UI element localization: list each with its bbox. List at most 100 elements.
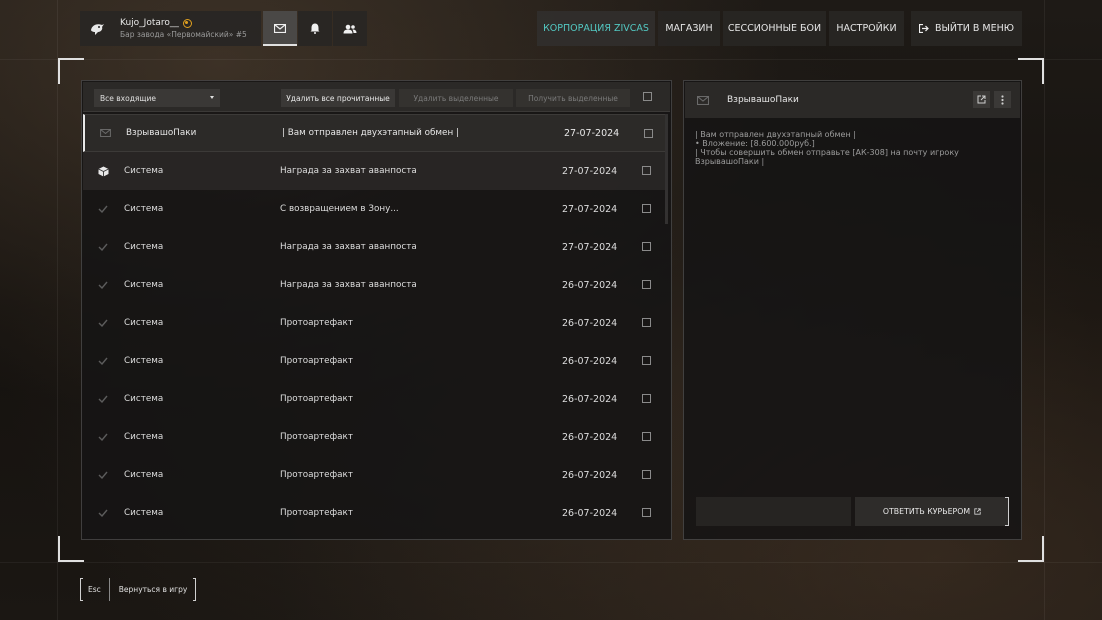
footer-bracket: [193, 578, 197, 601]
check-icon: [97, 393, 109, 405]
inbox-toolbar: Все входящие Удалить все прочитанные Уда…: [83, 82, 670, 112]
inbox-scrollbar[interactable]: [665, 114, 668, 224]
message-subject: Протоартефакт: [280, 470, 353, 480]
table-row[interactable]: Система Протоартефакт 26-07-2024: [83, 494, 665, 532]
message-date: 26-07-2024: [562, 469, 618, 481]
friends-icon: [343, 24, 357, 33]
table-row[interactable]: Система Награда за захват аванпоста 27-07-…: [83, 228, 665, 266]
mail-tab-button[interactable]: [263, 11, 297, 46]
table-row[interactable]: Система Протоартефакт 26-07-2024: [83, 304, 665, 342]
package-icon: [97, 165, 109, 177]
message-subject: Протоартефакт: [280, 394, 353, 404]
message-date: 26-07-2024: [562, 317, 618, 329]
nav-shop[interactable]: МАГАЗИН: [658, 11, 720, 46]
exit-menu-button[interactable]: ВЫЙТИ В МЕНЮ: [911, 11, 1022, 46]
bell-icon: [310, 23, 320, 34]
reader-sender: ВзрывашоПаки: [727, 95, 799, 105]
player-name: Kujo_Jotaro__: [120, 18, 179, 28]
message-sender: Система: [124, 166, 164, 176]
message-subject: Протоартефакт: [280, 508, 353, 518]
player-location: Бар завода «Первомайский» #5: [120, 30, 247, 39]
footer-bracket: [80, 578, 83, 601]
table-row[interactable]: Система С возвращением в Зону... 27-07-202…: [83, 190, 665, 228]
receive-selected-button[interactable]: Получить выделенные: [516, 89, 630, 107]
table-row[interactable]: ВзрывашоПаки | Вам отправлен двухэтапный …: [83, 114, 665, 152]
check-icon: [97, 279, 109, 291]
message-date: 26-07-2024: [562, 431, 618, 443]
check-icon: [97, 203, 109, 215]
reply-courier-label: ОТВЕТИТЬ КУРЬЕРОМ: [882, 507, 971, 516]
row-checkbox[interactable]: [642, 280, 651, 289]
table-row[interactable]: Система Протоартефакт 26-07-2024: [83, 456, 665, 494]
message-sender: Система: [124, 280, 164, 290]
profile-card[interactable]: Kujo_Jotaro__ Бар завода «Первомайский» …: [80, 11, 261, 46]
row-checkbox[interactable]: [642, 166, 651, 175]
esc-key-hint: Esc: [80, 578, 110, 601]
message-sender: Система: [124, 242, 164, 252]
message-sender: Система: [124, 204, 164, 214]
chevron-down-icon: [210, 96, 214, 99]
table-row[interactable]: Система Протоартефакт 26-07-2024: [83, 342, 665, 380]
message-subject: С возвращением в Зону...: [280, 204, 399, 214]
row-checkbox[interactable]: [642, 394, 651, 403]
footer-hint[interactable]: Esc Вернуться в игру: [80, 578, 197, 601]
message-subject: Награда за захват аванпоста: [280, 166, 417, 176]
notifications-button[interactable]: [298, 11, 332, 46]
return-to-game-label: Вернуться в игру: [118, 585, 188, 594]
message-subject: | Вам отправлен двухэтапный обмен |: [282, 128, 459, 138]
row-checkbox[interactable]: [642, 508, 651, 517]
message-date: 26-07-2024: [562, 355, 618, 367]
table-row[interactable]: Система Протоартефакт 26-07-2024: [83, 418, 665, 456]
reply-input[interactable]: [696, 497, 851, 526]
message-sender: Система: [124, 356, 164, 366]
more-vertical-icon: [1001, 94, 1004, 105]
nav-settings[interactable]: НАСТРОЙКИ: [829, 11, 904, 46]
mail-icon: [274, 24, 286, 33]
exit-icon: [918, 24, 929, 33]
message-sender: Система: [124, 432, 164, 442]
table-row[interactable]: Система Награда за захват аванпоста 26-07-…: [83, 266, 665, 304]
envelope-icon: [99, 127, 111, 139]
message-subject: Протоартефакт: [280, 356, 353, 366]
message-date: 27-07-2024: [562, 165, 618, 177]
external-link-icon: [974, 508, 981, 515]
message-subject: Протоартефакт: [280, 318, 353, 328]
envelope-icon: [697, 95, 709, 105]
message-date: 26-07-2024: [562, 507, 618, 519]
nav-session-battles[interactable]: СЕССИОННЫЕ БОИ: [723, 11, 826, 46]
message-sender: ВзрывашоПаки: [126, 128, 197, 138]
message-sender: Система: [124, 394, 164, 404]
inbox-panel: Все входящие Удалить все прочитанные Уда…: [81, 80, 672, 540]
message-sender: Система: [124, 470, 164, 480]
row-checkbox[interactable]: [642, 356, 651, 365]
row-checkbox[interactable]: [642, 432, 651, 441]
friends-button[interactable]: [333, 11, 367, 46]
message-body-line: ВзрывашоПаки |: [695, 157, 765, 166]
message-sender: Система: [124, 508, 164, 518]
check-icon: [97, 431, 109, 443]
row-checkbox[interactable]: [642, 318, 651, 327]
row-checkbox[interactable]: [642, 204, 651, 213]
row-checkbox[interactable]: [642, 242, 651, 251]
row-checkbox[interactable]: [642, 470, 651, 479]
nav-corporation[interactable]: КОРПОРАЦИЯ ZIVCAS: [537, 11, 655, 46]
message-reader-panel: ВзрывашоПаки | Вам отправлен двухэтапный…: [683, 80, 1022, 540]
inbox-filter-select[interactable]: Все входящие: [94, 89, 220, 107]
open-external-button[interactable]: [973, 91, 990, 108]
delete-read-button[interactable]: Удалить все прочитанные: [281, 89, 395, 107]
table-row[interactable]: Система Награда за захват аванпоста 27-07-…: [83, 152, 665, 190]
table-row[interactable]: Система Протоартефакт 26-07-2024: [83, 380, 665, 418]
delete-selected-button[interactable]: Удалить выделенные: [399, 89, 513, 107]
exit-menu-label: ВЫЙТИ В МЕНЮ: [934, 23, 1015, 34]
message-body: | Вам отправлен двухэтапный обмен | • Вл…: [695, 130, 995, 166]
message-subject: Награда за захват аванпоста: [280, 280, 417, 290]
more-options-button[interactable]: [994, 91, 1011, 108]
row-checkbox[interactable]: [644, 129, 653, 138]
reply-courier-button[interactable]: ОТВЕТИТЬ КУРЬЕРОМ: [855, 497, 1009, 526]
select-all-checkbox[interactable]: [643, 92, 652, 101]
message-date: 26-07-2024: [562, 393, 618, 405]
button-bracket: [1005, 497, 1009, 526]
reader-header: ВзрывашоПаки: [685, 82, 1020, 118]
message-body-line: • Вложение: [8.600.000руб.]: [695, 139, 815, 148]
check-icon: [97, 507, 109, 519]
